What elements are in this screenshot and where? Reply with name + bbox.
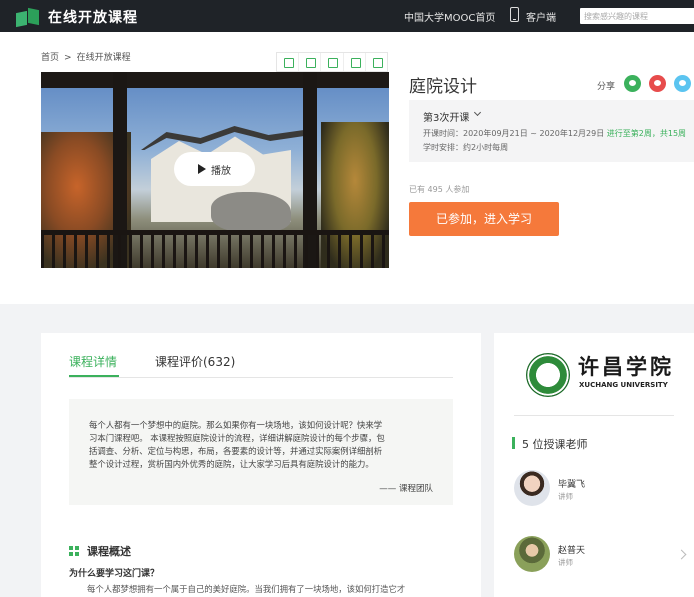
brand-text: 在线开放课程 <box>48 10 138 26</box>
active-tab-indicator <box>69 375 119 377</box>
bookmark-icon[interactable] <box>277 53 300 71</box>
teachers-title: 5 位授课老师 <box>522 438 588 451</box>
settings-icon[interactable] <box>366 53 387 71</box>
teacher-role: 讲师 <box>558 492 573 501</box>
chevron-down-icon[interactable] <box>473 108 482 117</box>
teacher-role: 讲师 <box>558 558 573 567</box>
course-title: 庭院设计 <box>409 77 477 97</box>
breadcrumb: 首页 > 在线开放课程 <box>41 50 131 63</box>
client-link[interactable]: 客户端 <box>526 9 556 24</box>
mooc-home-link[interactable]: 中国大学MOOC首页 <box>404 9 495 24</box>
search-input[interactable]: 搜索感兴趣的课程 <box>580 8 694 24</box>
course-intro-quote: 每个人都有一个梦想中的庭院。那么如果你有一块场地，该如何设计呢？快来学 习本门课… <box>69 399 453 505</box>
term-select[interactable]: 第3次开课 <box>423 109 469 124</box>
course-progress: 进行至第2周，共15周 <box>606 129 687 138</box>
section-title: 课程概述 <box>87 545 131 558</box>
teacher-name[interactable]: 毕冀飞 <box>558 477 585 490</box>
wechat-icon[interactable] <box>624 75 641 92</box>
school-teacher-card: 许昌学院 XUCHANG UNIVERSITY 5 位授课老师 毕冀飞 讲师 赵… <box>494 333 694 597</box>
share-label: 分享 <box>597 82 616 92</box>
site-logo[interactable]: 在线开放课程 <box>16 7 138 27</box>
chevron-right-icon[interactable] <box>676 549 687 560</box>
quote-text: 每个人都有一个梦想中的庭院。那么如果你有一块场地，该如何设计呢？快来学 习本门课… <box>89 420 385 469</box>
book-logo-icon <box>16 7 40 27</box>
play-icon <box>198 164 206 174</box>
course-workload: 学时安排：约2小时每周 <box>423 143 509 152</box>
play-label: 播放 <box>211 165 231 177</box>
avatar[interactable] <box>514 470 550 506</box>
course-time: 开课时间：2020年09月21日 ~ 2020年12月29日 进行至第2周，共1… <box>423 129 687 138</box>
tab-course-detail[interactable]: 课程详情 <box>69 353 117 370</box>
term-info-box: 第3次开课 开课时间：2020年09月21日 ~ 2020年12月29日 进行至… <box>409 100 694 162</box>
tab-divider <box>69 377 453 378</box>
top-navbar: 在线开放课程 中国大学MOOC首页 客户端 搜索感兴趣的课程 <box>0 0 694 32</box>
divider <box>514 415 674 416</box>
tab-course-reviews[interactable]: 课程评价(632) <box>155 353 235 370</box>
breadcrumb-separator: > <box>64 53 72 63</box>
share-out-icon[interactable] <box>344 53 366 71</box>
video-toolbar <box>276 52 388 72</box>
section-question: 为什么要学习这门课？ <box>69 569 160 579</box>
section-marker <box>512 437 515 449</box>
school-name[interactable]: 许昌学院 <box>578 351 674 381</box>
school-emblem-icon[interactable] <box>526 353 570 397</box>
enrolled-count: 已有 495 人参加 <box>409 185 470 194</box>
quote-signature: —— 课程团队 <box>379 484 433 494</box>
fullscreen-icon[interactable] <box>299 53 322 71</box>
breadcrumb-home[interactable]: 首页 <box>41 53 59 63</box>
screen-icon[interactable] <box>321 53 344 71</box>
qq-icon[interactable] <box>674 75 691 92</box>
breadcrumb-current[interactable]: 在线开放课程 <box>77 53 131 63</box>
phone-icon[interactable] <box>510 7 519 22</box>
school-name-en: XUCHANG UNIVERSITY <box>579 381 668 389</box>
join-course-button[interactable]: 已参加，进入学习 <box>409 202 559 236</box>
teacher-name[interactable]: 赵普天 <box>558 543 585 556</box>
grid-icon <box>69 546 79 556</box>
course-detail-card: 课程详情 课程评价(632) 每个人都有一个梦想中的庭院。那么如果你有一块场地，… <box>41 333 481 597</box>
play-button[interactable]: 播放 <box>174 152 255 186</box>
section-paragraph: 每个人都梦想拥有一个属于自己的美好庭院。当我们拥有了一块场地，该如何打造它才 <box>87 584 406 594</box>
weibo-icon[interactable] <box>649 75 666 92</box>
avatar[interactable] <box>514 536 550 572</box>
